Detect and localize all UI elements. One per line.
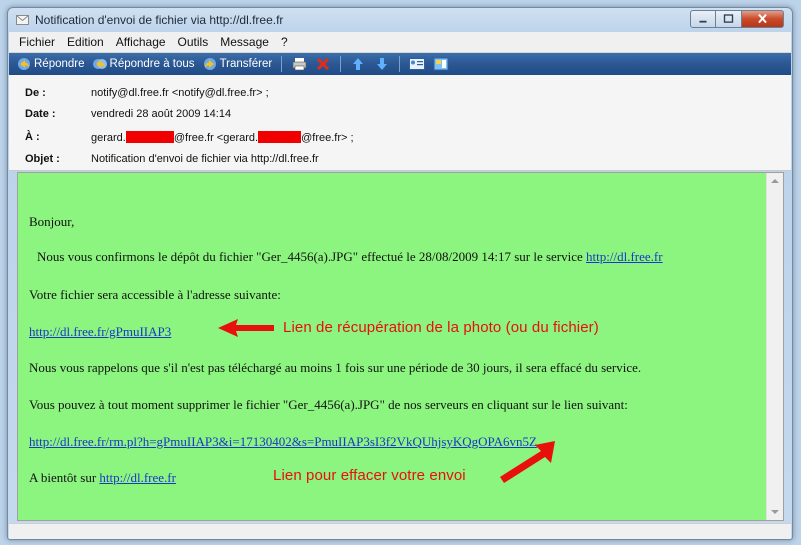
date-label: Date : [25,108,56,120]
bye-link[interactable]: http://dl.free.fr [99,470,176,485]
minimize-button[interactable] [690,10,716,28]
address-book-icon [409,58,426,70]
arrow-up-icon [353,58,364,70]
window-controls [690,10,784,28]
next-button[interactable] [372,55,392,73]
folders-icon [433,57,449,71]
reply-label: Répondre [34,58,85,70]
maximize-button[interactable] [716,10,742,28]
redaction-block [125,131,174,143]
bye-text: A bientôt sur [29,470,97,485]
bye-paragraph: A bientôt sur http://dl.free.fr [29,470,176,486]
menu-affichage[interactable]: Affichage [110,35,172,49]
envelope-icon [16,15,29,25]
toolbar-separator [340,56,342,72]
forward-label: Transférer [219,58,273,70]
delete-icon [317,57,330,71]
menu-help[interactable]: ? [275,35,294,49]
to-part-1: gerard. [91,132,126,144]
message-headers: De : notify@dl.free.fr <notify@dl.free.f… [9,75,791,171]
status-bar [9,523,791,539]
reminder-text: Nous vous rappelons que s'il n'est pas t… [29,360,642,375]
address-book-button[interactable] [407,55,427,73]
close-button[interactable] [742,10,784,28]
forward-icon [203,58,216,70]
vertical-scrollbar[interactable] [766,173,783,520]
header-from: De : notify@dl.free.fr <notify@dl.free.f… [9,85,791,103]
confirm-text: Nous vous confirmons le dépôt du fichier… [37,249,583,264]
reply-all-label: Répondre à tous [109,58,195,70]
header-subject: Objet : Notification d'envoi de fichier … [9,151,791,169]
confirm-paragraph: Nous vous confirmons le dépôt du fichier… [37,249,663,265]
reply-icon [18,58,30,70]
header-to: À : gerard. @free.fr <gerard. @free.fr> ; [9,129,791,147]
access-text: Votre fichier sera accessible à l'adress… [29,287,281,302]
close-icon [758,13,767,24]
subject-label: Objet : [25,153,60,165]
menu-outils[interactable]: Outils [172,35,215,49]
menu-fichier[interactable]: Fichier [13,35,61,49]
annotation-arrow-diagonal-icon [500,441,555,483]
maximize-icon [723,14,734,23]
delete-link[interactable]: http://dl.free.fr/rm.pl?h=gPmuIIAP3&i=17… [29,434,537,450]
menu-message[interactable]: Message [214,35,275,49]
download-annotation: Lien de récupération de la photo (ou du … [283,319,599,336]
from-value[interactable]: notify@dl.free.fr <notify@dl.free.fr> ; [91,87,269,99]
printer-icon [292,58,306,71]
toolbar-separator [399,56,401,72]
title-bar[interactable]: Notification d'envoi de fichier via http… [8,8,792,32]
reply-button[interactable]: Répondre [13,54,89,74]
scroll-down-icon[interactable] [771,510,779,514]
delete-button[interactable] [313,55,333,73]
from-label: De : [25,87,46,99]
service-link[interactable]: http://dl.free.fr [586,249,663,264]
reply-all-button[interactable]: Répondre à tous [89,54,199,74]
delete-annotation: Lien pour effacer votre envoi [273,467,466,484]
reply-all-icon [92,59,107,69]
window-title: Notification d'envoi de fichier via http… [35,13,284,27]
toolbar-separator [281,56,283,72]
redaction-block [258,131,302,143]
to-label: À : [25,131,40,143]
forward-button[interactable]: Transférer [199,54,277,74]
menu-bar: Fichier Edition Affichage Outils Message… [9,32,791,53]
download-link[interactable]: http://dl.free.fr/gPmuIIAP3 [29,324,171,340]
arrow-down-icon [377,58,388,70]
folders-button[interactable] [431,55,451,73]
scroll-up-icon[interactable] [771,179,779,183]
to-part-3: @free.fr> ; [301,132,354,144]
delete-text: Vous pouvez à tout moment supprimer le f… [29,397,628,412]
previous-button[interactable] [348,55,368,73]
print-button[interactable] [289,55,309,73]
to-part-2: @free.fr <gerard. [173,132,259,144]
to-value[interactable]: gerard. @free.fr <gerard. @free.fr> ; [91,131,354,144]
subject-value: Notification d'envoi de fichier via http… [91,153,319,165]
toolbar: Répondre Répondre à tous Transférer [9,53,791,75]
mail-window: Notification d'envoi de fichier via http… [7,7,793,540]
menu-edition[interactable]: Edition [61,35,110,49]
date-value: vendredi 28 août 2009 14:14 [91,108,232,120]
header-date: Date : vendredi 28 août 2009 14:14 [9,106,791,124]
annotation-arrow-left-icon [218,319,274,337]
minimize-icon [699,20,707,23]
message-body[interactable]: Bonjour, Nous vous confirmons le dépôt d… [17,172,784,521]
greeting: Bonjour, [29,214,75,229]
